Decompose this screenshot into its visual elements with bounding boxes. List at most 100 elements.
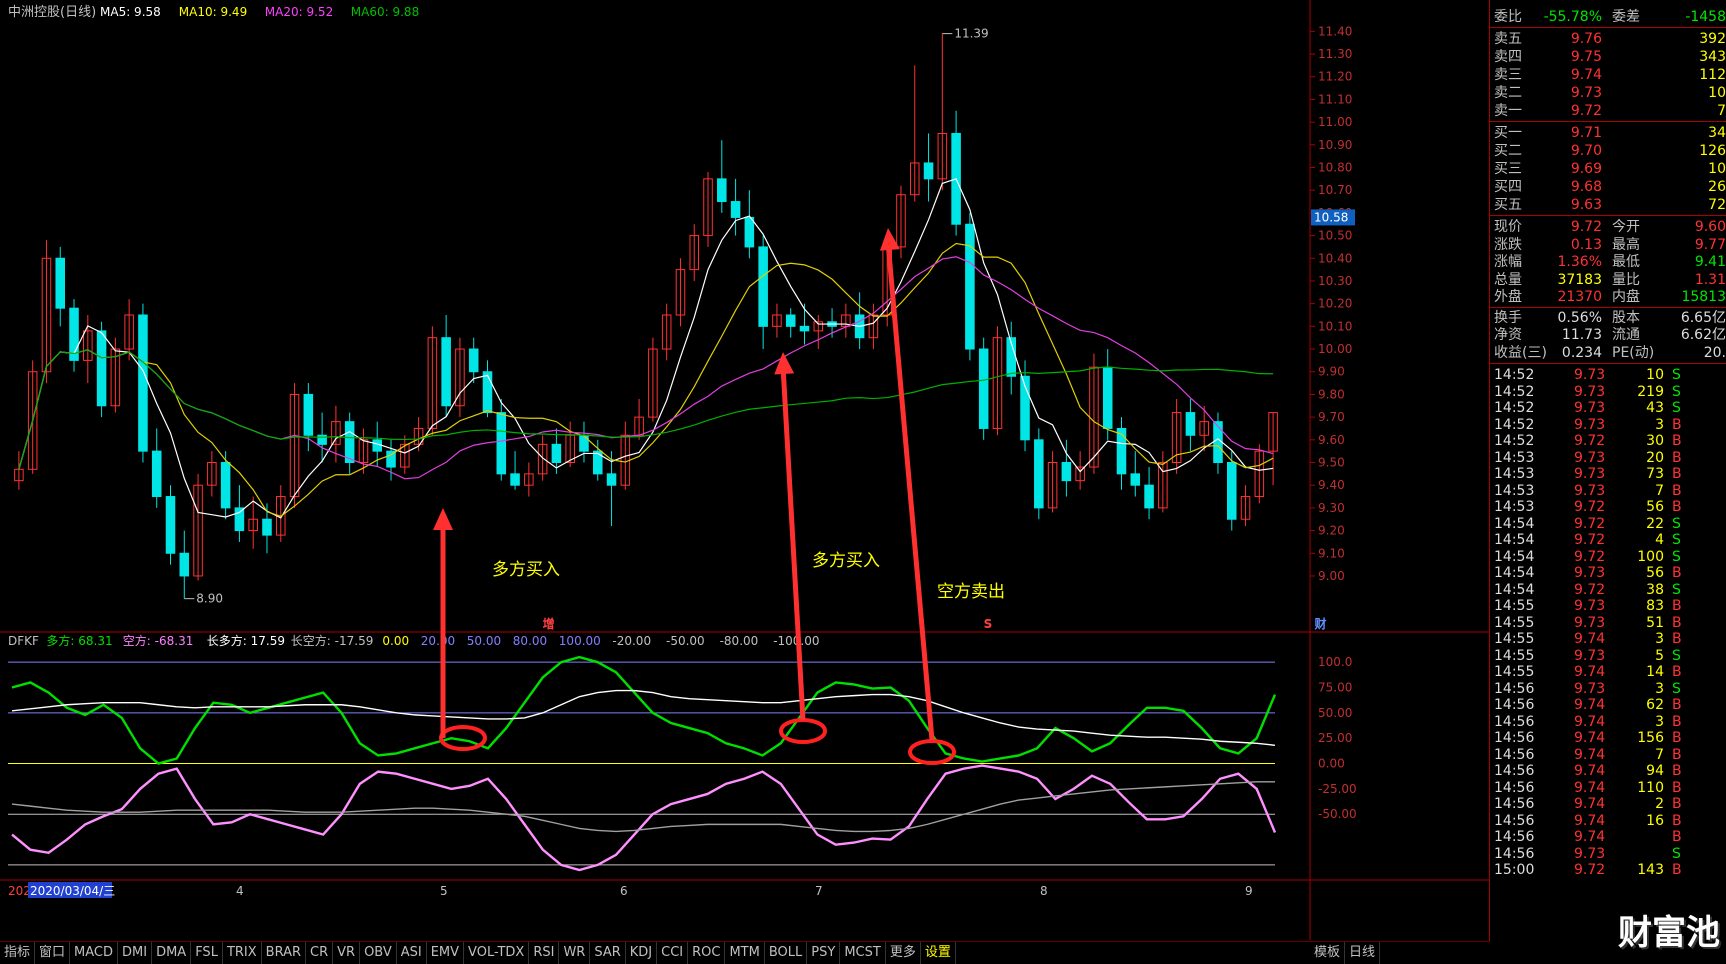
stat-row: 现价 9.72 今开 9.60 (1494, 218, 1726, 236)
indicator-tab[interactable]: KDJ (626, 942, 658, 964)
tick-time: 14:53 (1494, 482, 1535, 499)
tick-price: 9.72 (1574, 433, 1606, 449)
fund-row: 净资 11.73 流通 6.62亿 (1494, 326, 1726, 344)
stat-label: 涨跌 (1494, 236, 1522, 253)
tick-side: S (1672, 400, 1681, 416)
indicator-tab[interactable]: RSI (529, 942, 560, 964)
fund-value: 20. (1703, 344, 1726, 361)
quote-panel: 委比 -55.78% 委差 -1458 卖五 9.76 392 卖四 9.75 343 卖三 9.74… (1489, 0, 1726, 964)
stat-value: -55.78% (1543, 9, 1602, 25)
price-tick-label: 11.00 (1318, 115, 1352, 129)
ask-row: 卖五 9.76 392 (1494, 30, 1726, 48)
indicator-tab[interactable]: WR (559, 942, 591, 964)
candle-body (55, 257, 66, 309)
tick-side: B (1672, 614, 1682, 631)
tick-time: 14:56 (1494, 812, 1535, 829)
tick-time: 14:53 (1494, 499, 1535, 515)
tick-row: 14:54 9.72 38 S (1494, 581, 1726, 599)
tick-volume: 219 (1637, 383, 1664, 400)
stat-value: -1458 (1685, 9, 1726, 25)
candle-body (165, 496, 176, 554)
indicator-legend-11: -50.00 (666, 634, 705, 648)
indicator-tab[interactable]: BOLL (765, 942, 808, 964)
bid-label: 买二 (1494, 143, 1522, 159)
indicator-tab[interactable]: EMV (427, 942, 465, 964)
ask-row: 卖一 9.72 7 (1494, 102, 1726, 120)
tick-price: 9.73 (1574, 565, 1606, 581)
tick-time: 14:56 (1494, 713, 1535, 730)
tick-side: B (1672, 730, 1682, 746)
bid-volume: 34 (1708, 125, 1726, 141)
price-tick-label: 9.80 (1318, 387, 1345, 401)
kline-chart[interactable]: 11.40 11.30 11.20 11.10 11.00 10.90 10.80 10.70… (0, 0, 1490, 940)
indicator-tab[interactable]: CCI (657, 942, 689, 964)
candle-body (496, 412, 507, 475)
tick-side: B (1672, 713, 1682, 730)
indicator-tab[interactable]: 窗口 (35, 942, 71, 964)
indicator-tab[interactable]: MACD (70, 942, 118, 964)
indicator-tab[interactable]: DMI (118, 942, 153, 964)
price-tick-label: 10.80 (1318, 161, 1352, 175)
period-tab[interactable]: 日线 (1345, 942, 1381, 964)
candle-body (1226, 462, 1237, 520)
indicator-tab[interactable]: VOL-TDX (464, 942, 530, 964)
bid-row: 买五 9.63 72 (1494, 196, 1726, 214)
indicator-tab[interactable]: CR (306, 942, 334, 964)
panel-separator (1490, 121, 1726, 122)
date-label: 5 (440, 884, 448, 898)
indicator-tab[interactable]: 指标 (0, 942, 36, 964)
ma-legend-1: MA10: 9.49 (179, 5, 247, 19)
candle-body (1185, 412, 1196, 436)
tick-row: 14:53 9.73 20 B (1494, 449, 1726, 467)
stat-value: 1.31 (1694, 271, 1726, 288)
ma-legend-2: MA20: 9.52 (265, 5, 333, 19)
indicator-tab[interactable]: BRAR (262, 942, 307, 964)
tick-price: 9.73 (1574, 449, 1606, 466)
min-price-label: 8.90 (196, 592, 223, 606)
indicator-tab[interactable]: FSL (191, 942, 223, 964)
fund-value: 0.234 (1561, 344, 1602, 361)
tick-row: 14:52 9.73 43 S (1494, 399, 1726, 417)
stat-label: 总量 (1494, 271, 1522, 288)
price-tick-label: 10.10 (1318, 319, 1352, 333)
stat-label: 现价 (1494, 219, 1522, 235)
ask-label: 卖四 (1494, 49, 1522, 65)
indicator-tab[interactable]: 设置 (921, 942, 956, 964)
tick-row: 14:52 9.72 30 B (1494, 432, 1726, 450)
stat-label: 委比 (1494, 9, 1522, 25)
indicator-tab[interactable]: DMA (152, 942, 192, 964)
indicator-tab[interactable]: ROC (688, 942, 726, 964)
period-tab[interactable]: 模板 (1310, 942, 1346, 964)
tick-volume: 83 (1646, 598, 1664, 614)
tick-price: 9.74 (1574, 763, 1606, 779)
tick-time: 15:00 (1494, 862, 1535, 878)
indicator-tab[interactable]: MCST (840, 942, 886, 964)
indicator-tab[interactable]: TRIX (223, 942, 262, 964)
tick-time: 14:55 (1494, 598, 1535, 614)
candle-body (234, 507, 245, 532)
tick-volume: 156 (1637, 730, 1664, 746)
indicator-tab[interactable]: 更多 (886, 942, 921, 964)
indicator-tab[interactable]: PSY (807, 942, 841, 964)
tick-price: 9.73 (1574, 400, 1606, 416)
indicator-tab[interactable]: VR (333, 942, 361, 964)
signal-annotation: 多方买入 (492, 560, 560, 580)
indicator-tab[interactable]: OBV (360, 942, 397, 964)
candle-body (965, 223, 975, 350)
indicator-tab[interactable]: SAR (590, 942, 626, 964)
tick-row: 14:54 9.73 56 B (1494, 564, 1726, 582)
bid-label: 买四 (1494, 179, 1522, 195)
tick-price: 9.72 (1574, 532, 1606, 548)
tick-volume: 30 (1646, 433, 1664, 449)
tick-time: 14:52 (1494, 367, 1535, 383)
candle-body (138, 314, 148, 452)
bid-label: 买三 (1494, 161, 1522, 177)
indicator-tab[interactable]: ASI (397, 942, 427, 964)
tick-row: 14:52 9.73 10 S (1494, 366, 1726, 384)
candle-body (468, 348, 479, 373)
bid-price: 9.70 (1570, 143, 1602, 159)
tick-volume: 143 (1637, 862, 1664, 878)
indicator-tab[interactable]: MTM (725, 942, 765, 964)
tick-volume: 94 (1646, 763, 1664, 779)
tick-time: 14:55 (1494, 664, 1535, 680)
